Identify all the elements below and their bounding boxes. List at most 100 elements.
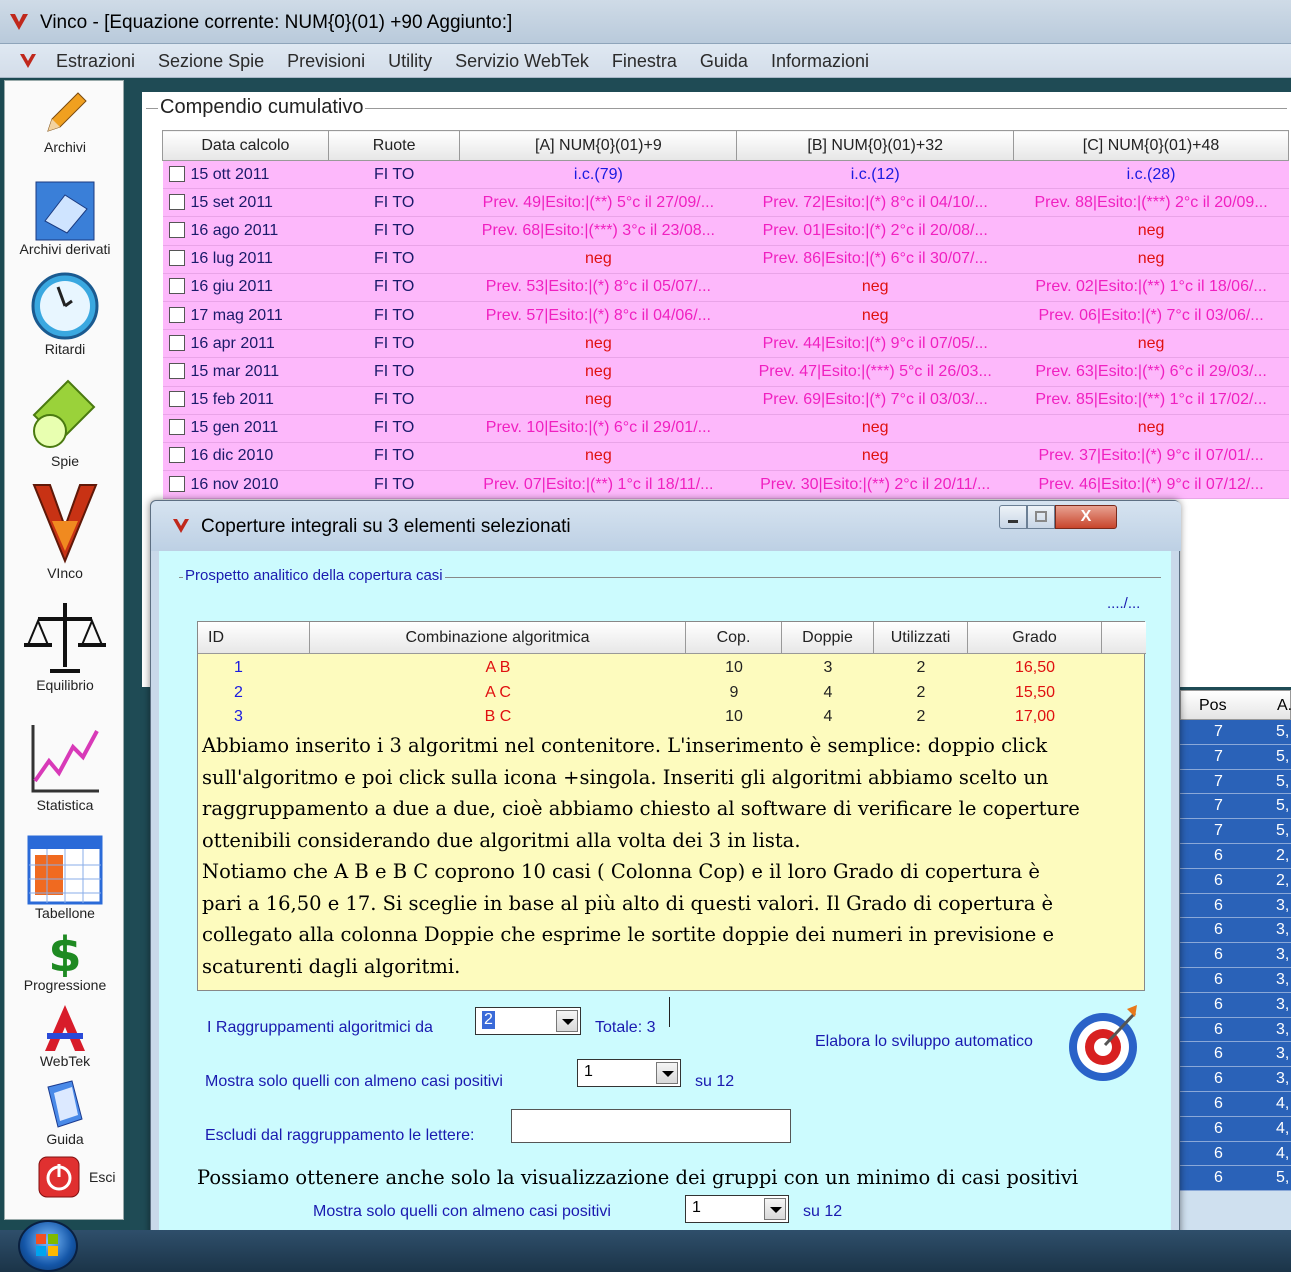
grid-cell-id[interactable]: 3 — [198, 705, 310, 729]
row-date[interactable]: 17 mag 2011 — [162, 301, 329, 331]
col-c[interactable]: [C] NUM{0}(01)+48 — [1013, 130, 1289, 161]
tool-vinco[interactable]: VInco — [5, 481, 125, 581]
target-button[interactable] — [1065, 1001, 1141, 1085]
row-date[interactable]: 15 feb 2011 — [162, 386, 329, 415]
chevron-down-icon[interactable] — [764, 1198, 786, 1220]
table-row[interactable]: 7 5, — [1180, 744, 1291, 770]
table-row[interactable]: 7 5, — [1180, 819, 1291, 844]
table-row[interactable]: 6 4, — [1180, 1092, 1291, 1117]
row-checkbox[interactable] — [168, 447, 185, 464]
grid-cell-doppie[interactable]: 4 — [782, 705, 874, 729]
table-row[interactable]: 6 3, — [1180, 1042, 1291, 1068]
chevron-down-icon[interactable] — [656, 1062, 678, 1084]
table-row[interactable]: 6 3, — [1180, 992, 1291, 1018]
grid-cell-doppie[interactable]: 3 — [782, 656, 874, 680]
table-row[interactable]: 16 dic 2010 FI TO neg neg Prev. 37|Esito:|(*… — [162, 442, 1289, 472]
row-checkbox[interactable] — [168, 306, 185, 323]
menu-previsioni[interactable]: Previsioni — [287, 51, 365, 72]
grid-cell-grado[interactable]: 15,50 — [968, 681, 1102, 705]
row-date[interactable]: 15 ott 2011 — [162, 160, 329, 190]
col-pos[interactable]: Pos — [1199, 697, 1227, 715]
row-checkbox[interactable] — [168, 334, 185, 351]
grid-col-combinazione[interactable]: Combinazione algoritmica — [310, 622, 686, 654]
raggruppamenti-select[interactable]: 2 — [475, 1007, 581, 1035]
table-row[interactable]: 15 feb 2011 FI TO neg Prev. 69|Esito:|(*) 7… — [162, 386, 1289, 415]
table-row[interactable]: 15 gen 2011 FI TO Prev. 10|Esito:|(*) 6°c … — [162, 414, 1289, 443]
grid-cell-grado[interactable]: 16,50 — [968, 656, 1102, 680]
grid-cell-id[interactable]: 1 — [198, 656, 310, 680]
tool-guida[interactable]: Guida — [5, 1079, 125, 1147]
table-row[interactable]: 7 5, — [1180, 720, 1291, 745]
row-checkbox[interactable] — [168, 419, 185, 436]
row-date[interactable]: 15 set 2011 — [162, 188, 329, 218]
minimize-button[interactable] — [999, 505, 1027, 529]
table-row[interactable]: 16 giu 2011 FI TO Prev. 53|Esito:|(*) 8°c … — [162, 273, 1289, 302]
col-ruote[interactable]: Ruote — [327, 130, 461, 161]
tool-equilibrio[interactable]: Equilibrio — [5, 597, 125, 693]
grid-col-utilizzati[interactable]: Utilizzati — [874, 622, 968, 654]
table-row[interactable]: 6 3, — [1180, 943, 1291, 968]
table-row[interactable]: 15 set 2011 FI TO Prev. 49|Esito:|(**) 5°c… — [162, 188, 1289, 218]
table-row[interactable]: 15 mar 2011 FI TO neg Prev. 47|Esito:|(***)… — [162, 357, 1289, 387]
row-date[interactable]: 16 ago 2011 — [162, 216, 329, 246]
menu-finestra[interactable]: Finestra — [612, 51, 677, 72]
table-row[interactable]: 7 5, — [1180, 769, 1291, 795]
table-row[interactable]: 6 3, — [1180, 918, 1291, 944]
table-row[interactable]: 6 5, — [1180, 1166, 1291, 1192]
row-checkbox[interactable] — [168, 165, 185, 182]
row-date[interactable]: 15 gen 2011 — [162, 414, 329, 443]
tool-ritardi[interactable]: Ritardi — [5, 271, 125, 357]
grid-cell-util[interactable]: 2 — [874, 705, 968, 729]
table-row[interactable]: 6 4, — [1180, 1141, 1291, 1167]
grid-cell-comb[interactable]: A B — [310, 656, 686, 680]
grid-cell-id[interactable]: 2 — [198, 681, 310, 705]
chevron-down-icon[interactable] — [556, 1010, 578, 1032]
row-date[interactable]: 16 giu 2011 — [162, 273, 329, 302]
table-row[interactable]: 16 apr 2011 FI TO neg Prev. 44|Esito:|(*) 9… — [162, 329, 1289, 359]
row-checkbox[interactable] — [168, 475, 185, 492]
row-checkbox[interactable] — [168, 221, 185, 238]
row-date[interactable]: 16 dic 2010 — [162, 442, 329, 472]
tool-progressione[interactable]: $ Progressione — [5, 927, 125, 993]
maximize-button[interactable] — [1027, 505, 1055, 529]
col-a-trunc[interactable]: A. — [1277, 697, 1291, 715]
table-row[interactable]: 6 2, — [1180, 868, 1291, 894]
tool-tabellone[interactable]: Tabellone — [5, 835, 125, 921]
grid-col-doppie[interactable]: Doppie — [782, 622, 874, 654]
grid-col-grado[interactable]: Grado — [968, 622, 1102, 654]
grid-cell-doppie[interactable]: 4 — [782, 681, 874, 705]
menu-utility[interactable]: Utility — [388, 51, 432, 72]
grid-cell-grado[interactable]: 17,00 — [968, 705, 1102, 729]
col-a[interactable]: [A] NUM{0}(01)+9 — [459, 130, 738, 161]
table-row[interactable]: 7 5, — [1180, 794, 1291, 820]
escludi-input[interactable] — [511, 1109, 791, 1143]
more-dots[interactable]: ..../... — [1107, 595, 1140, 612]
col-data-calcolo[interactable]: Data calcolo — [162, 130, 329, 161]
row-checkbox[interactable] — [168, 193, 185, 210]
table-row[interactable]: 6 3, — [1180, 893, 1291, 919]
tool-webtek[interactable]: WebTek — [5, 1003, 125, 1069]
menu-guida[interactable]: Guida — [700, 51, 748, 72]
row-date[interactable]: 15 mar 2011 — [162, 357, 329, 387]
row-checkbox[interactable] — [168, 391, 185, 408]
tool-statistica[interactable]: Statistica — [5, 721, 125, 813]
menu-servizio-webtek[interactable]: Servizio WebTek — [455, 51, 589, 72]
grid-col-cop[interactable]: Cop. — [686, 622, 782, 654]
row-checkbox[interactable] — [168, 362, 185, 379]
grid-cell-comb[interactable]: A C — [310, 681, 686, 705]
grid-cell-cop[interactable]: 10 — [686, 656, 782, 680]
start-button[interactable] — [18, 1220, 78, 1272]
grid-cell-cop[interactable]: 9 — [686, 681, 782, 705]
row-date[interactable]: 16 lug 2011 — [162, 245, 329, 274]
mostra-select[interactable]: 1 — [577, 1059, 681, 1087]
table-row[interactable]: 6 3, — [1180, 1017, 1291, 1043]
table-row[interactable]: 17 mag 2011 FI TO Prev. 57|Esito:|(*) 8°c … — [162, 301, 1289, 331]
menu-estrazioni[interactable]: Estrazioni — [56, 51, 135, 72]
table-row[interactable]: 6 3, — [1180, 968, 1291, 993]
mostra2-select[interactable]: 1 — [685, 1195, 789, 1223]
grid-cell-cop[interactable]: 10 — [686, 705, 782, 729]
row-checkbox[interactable] — [168, 250, 185, 267]
table-row[interactable]: 6 4, — [1180, 1116, 1291, 1142]
table-row[interactable]: 15 ott 2011 FI TO i.c.(79) i.c.(12) i.c.(28) — [162, 160, 1289, 190]
grid-cell-util[interactable]: 2 — [874, 656, 968, 680]
